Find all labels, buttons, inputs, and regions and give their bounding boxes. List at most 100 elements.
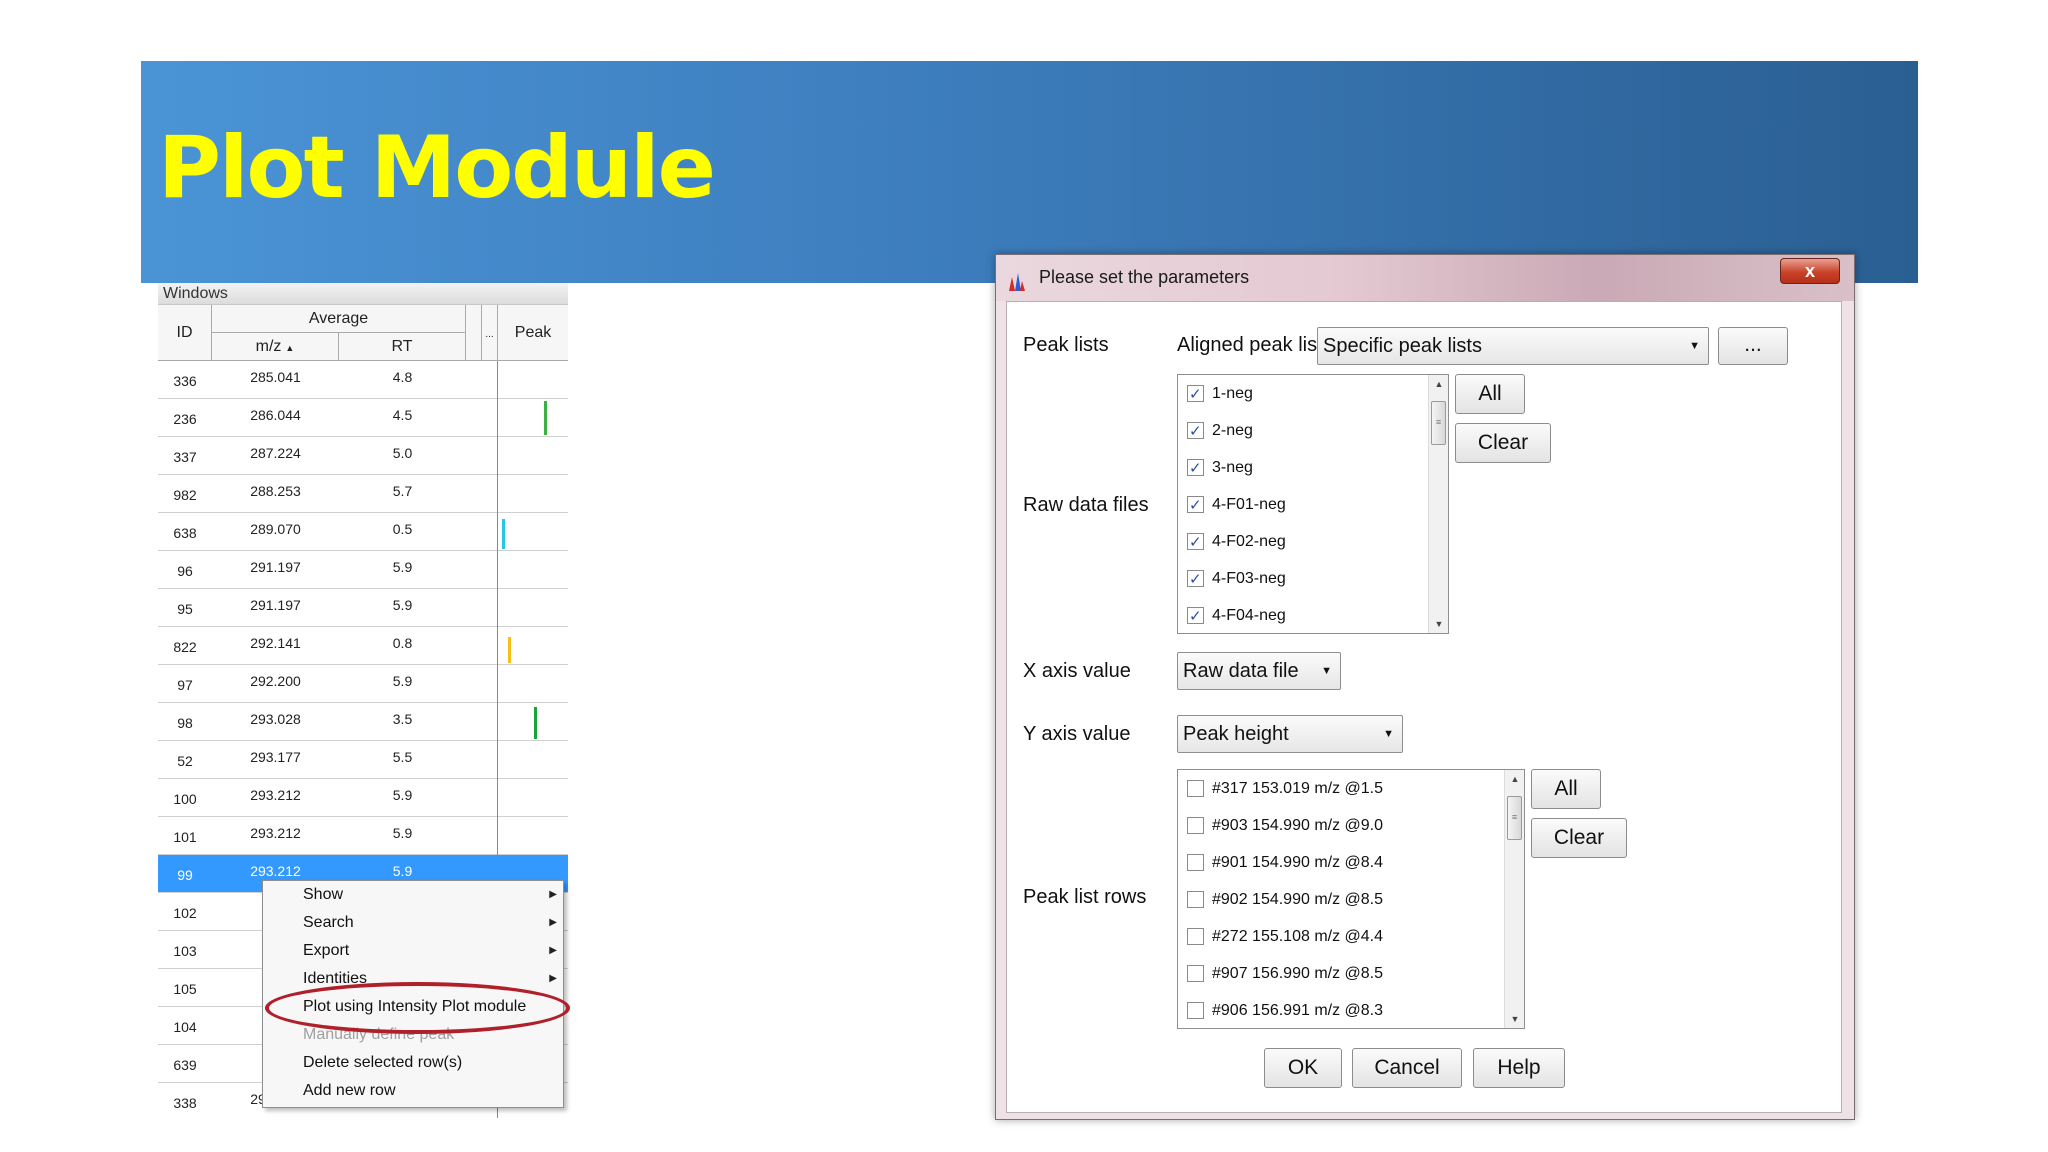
menu-item-show[interactable]: Show ▶ — [263, 881, 563, 909]
checkbox[interactable] — [1187, 413, 1204, 450]
cell-id: 337 — [173, 449, 197, 465]
raw-files-scrollbar[interactable]: ▲ ≡ ▼ — [1428, 375, 1448, 633]
peak-list-row-item[interactable]: #272 155.108 m/z @4.4 — [1178, 918, 1524, 955]
column-header-mz[interactable]: m/z ▲ — [212, 333, 339, 361]
raw-data-file-item[interactable]: 4-F03-neg — [1178, 560, 1448, 598]
cell-rt: 0.8 — [392, 635, 413, 651]
table-row[interactable]: 982 288.253 5.7 — [158, 475, 568, 513]
list-item-label: #901 154.990 m/z @8.4 — [1212, 854, 1384, 871]
raw-files-clear-button[interactable]: Clear — [1455, 423, 1551, 463]
checkbox[interactable] — [1187, 487, 1204, 524]
checkbox[interactable] — [1187, 598, 1204, 633]
checkbox[interactable] — [1187, 965, 1204, 982]
cell-id: 236 — [173, 411, 197, 427]
table-row[interactable]: 52 293.177 5.5 — [158, 741, 568, 779]
menu-item-delete-selected-row-s[interactable]: Delete selected row(s) — [263, 1049, 563, 1077]
checkbox[interactable] — [1187, 928, 1204, 945]
cell-id: 95 — [177, 601, 193, 617]
window-menu[interactable]: Windows — [158, 283, 568, 305]
cell-id: 100 — [173, 791, 197, 807]
raw-files-all-button[interactable]: All — [1455, 374, 1525, 414]
table-row[interactable]: 236 286.044 4.5 — [158, 399, 568, 437]
cell-id: 96 — [177, 563, 193, 579]
dialog-titlebar[interactable]: Please set the parameters x — [996, 255, 1854, 301]
table-row[interactable]: 96 291.197 5.9 — [158, 551, 568, 589]
cell-peak-shape — [498, 361, 568, 399]
y-axis-select[interactable]: Peak height ▼ — [1177, 715, 1403, 753]
cell-rt: 5.5 — [392, 749, 413, 765]
cell-mz: 287.224 — [250, 445, 301, 461]
cell-collapsed — [466, 779, 498, 817]
raw-data-file-item[interactable]: 4-F01-neg — [1178, 486, 1448, 524]
peak-list-row-item[interactable]: #317 153.019 m/z @1.5 — [1178, 770, 1524, 807]
column-header-rt[interactable]: RT — [339, 333, 466, 361]
peak-list-select[interactable]: Specific peak lists ▼ — [1317, 327, 1709, 365]
scroll-down-icon[interactable]: ▼ — [1505, 1010, 1524, 1028]
column-header-collapsed[interactable] — [466, 305, 482, 361]
checkbox[interactable] — [1187, 780, 1204, 797]
table-row[interactable]: 98 293.028 3.5 — [158, 703, 568, 741]
list-item-label: #903 154.990 m/z @9.0 — [1212, 817, 1384, 834]
checkbox[interactable] — [1187, 817, 1204, 834]
raw-data-files-list[interactable]: 1-neg 2-neg 3-neg 4-F01-neg 4-F02-neg 4-F03-n… — [1177, 374, 1449, 634]
checkbox[interactable] — [1187, 1002, 1204, 1019]
peak-rows-all-button[interactable]: All — [1531, 769, 1601, 809]
cell-peak-shape — [498, 741, 568, 779]
browse-button[interactable]: ... — [1718, 327, 1788, 365]
cell-collapsed — [466, 399, 498, 437]
close-button[interactable]: x — [1780, 258, 1840, 284]
scroll-down-icon[interactable]: ▼ — [1429, 615, 1448, 633]
raw-data-file-item[interactable]: 4-F04-neg — [1178, 597, 1448, 633]
y-axis-label: Y axis value — [1023, 723, 1131, 745]
raw-data-file-item[interactable]: 4-F02-neg — [1178, 523, 1448, 561]
raw-data-file-item[interactable]: 2-neg — [1178, 412, 1448, 450]
cancel-button[interactable]: Cancel — [1352, 1048, 1462, 1088]
column-header-ellipsis[interactable]: ... — [482, 305, 498, 361]
menu-item-search[interactable]: Search ▶ — [263, 909, 563, 937]
table-row[interactable]: 822 292.141 0.8 — [158, 627, 568, 665]
help-button[interactable]: Help — [1473, 1048, 1565, 1088]
scroll-up-icon[interactable]: ▲ — [1429, 375, 1448, 393]
ok-button[interactable]: OK — [1264, 1048, 1342, 1088]
cell-collapsed — [466, 741, 498, 779]
table-row[interactable]: 337 287.224 5.0 — [158, 437, 568, 475]
menu-item-label: Add new row — [303, 1082, 396, 1099]
checkbox[interactable] — [1187, 524, 1204, 561]
peak-list-row-item[interactable]: #906 156.991 m/z @8.3 — [1178, 992, 1524, 1028]
peak-rows-clear-button[interactable]: Clear — [1531, 818, 1627, 858]
peak-list-row-item[interactable]: #901 154.990 m/z @8.4 — [1178, 844, 1524, 881]
menu-item-export[interactable]: Export ▶ — [263, 937, 563, 965]
table-row[interactable]: 100 293.212 5.9 — [158, 779, 568, 817]
cell-mz: 293.212 — [250, 825, 301, 841]
peak-list-rows-list[interactable]: #317 153.019 m/z @1.5 #903 154.990 m/z @9… — [1177, 769, 1525, 1029]
menu-item-add-new-row[interactable]: Add new row — [263, 1077, 563, 1105]
menu-item-label: Delete selected row(s) — [303, 1054, 463, 1071]
scrollbar-thumb[interactable]: ≡ — [1507, 796, 1522, 840]
scrollbar-thumb[interactable]: ≡ — [1431, 401, 1446, 445]
column-header-id[interactable]: ID — [158, 305, 212, 361]
raw-data-files-label: Raw data files — [1023, 494, 1149, 516]
peak-list-row-item[interactable]: #903 154.990 m/z @9.0 — [1178, 807, 1524, 844]
cell-id: 639 — [173, 1057, 197, 1073]
table-row[interactable]: 101 293.212 5.9 — [158, 817, 568, 855]
peak-shape-bar — [508, 637, 511, 663]
checkbox[interactable] — [1187, 450, 1204, 487]
table-row[interactable]: 638 289.070 0.5 — [158, 513, 568, 551]
checkbox[interactable] — [1187, 561, 1204, 598]
checkbox[interactable] — [1187, 376, 1204, 413]
checkbox[interactable] — [1187, 854, 1204, 871]
table-row[interactable]: 97 292.200 5.9 — [158, 665, 568, 703]
column-header-peak[interactable]: Peak — [498, 305, 568, 361]
peak-list-row-item[interactable]: #907 156.990 m/z @8.5 — [1178, 955, 1524, 992]
table-row[interactable]: 95 291.197 5.9 — [158, 589, 568, 627]
peak-rows-scrollbar[interactable]: ▲ ≡ ▼ — [1504, 770, 1524, 1028]
raw-data-file-item[interactable]: 3-neg — [1178, 449, 1448, 487]
sort-ascending-icon: ▲ — [285, 343, 295, 353]
checkbox[interactable] — [1187, 891, 1204, 908]
peak-list-row-item[interactable]: #902 154.990 m/z @8.5 — [1178, 881, 1524, 918]
scroll-up-icon[interactable]: ▲ — [1505, 770, 1524, 788]
cell-mz: 291.197 — [250, 559, 301, 575]
raw-data-file-item[interactable]: 1-neg — [1178, 375, 1448, 413]
x-axis-select[interactable]: Raw data file ▼ — [1177, 652, 1341, 690]
table-row[interactable]: 336 285.041 4.8 — [158, 361, 568, 399]
